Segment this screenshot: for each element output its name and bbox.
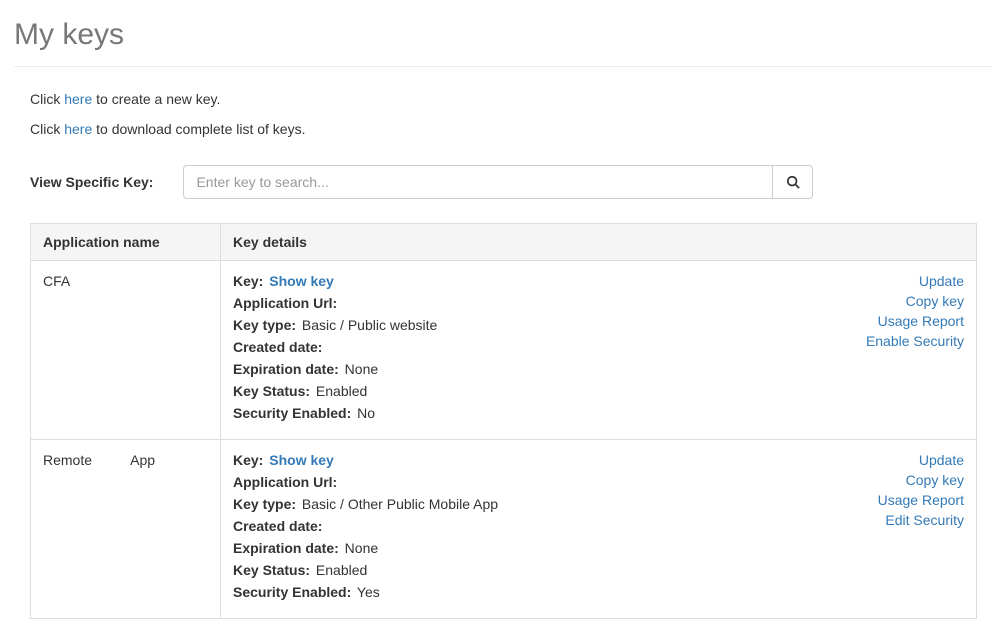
detail-label: Security Enabled: [233,405,351,421]
detail-value: Enabled [312,562,367,578]
detail-label: Key: [233,452,263,468]
table-row: Remote AppKey: Show key Application Url: … [31,440,977,619]
create-prefix: Click [30,91,64,107]
download-prefix: Click [30,121,64,137]
create-key-link[interactable]: here [64,91,92,107]
key-details-cell: Key: Show key Application Url: Key type: … [221,440,977,619]
detail-value: No [353,405,375,421]
key-details-cell: Key: Show key Application Url: Key type: … [221,261,977,440]
update-link[interactable]: Update [866,273,964,289]
detail-label: Key type: [233,496,296,512]
detail-label: Application Url: [233,474,337,490]
search-button[interactable] [773,165,813,199]
keys-table: Application name Key details CFAKey: Sho… [30,223,977,619]
detail-line: Created date: [233,518,858,534]
detail-label: Expiration date: [233,540,339,556]
detail-value: Basic / Public website [298,317,437,333]
app-name-cell: Remote App [31,440,221,619]
detail-value: Basic / Other Public Mobile App [298,496,498,512]
detail-line: Expiration date: None [233,361,846,377]
detail-line: Key type: Basic / Public website [233,317,846,333]
download-suffix: to download complete list of keys. [92,121,305,137]
detail-label: Created date: [233,518,322,534]
detail-line: Key: Show key [233,452,858,468]
create-key-sentence: Click here to create a new key. [30,91,993,107]
col-header-details: Key details [221,224,977,261]
detail-line: Application Url: [233,295,846,311]
copy-key-link[interactable]: Copy key [878,472,964,488]
detail-line: Key Status: Enabled [233,562,858,578]
detail-label: Key type: [233,317,296,333]
show-key-link[interactable]: Show key [265,452,333,468]
search-icon [786,175,800,189]
detail-line: Security Enabled: Yes [233,584,858,600]
usage-report-link[interactable]: Usage Report [866,313,964,329]
edit-security-link[interactable]: Edit Security [878,512,964,528]
detail-label: Application Url: [233,295,337,311]
download-keys-link[interactable]: here [64,121,92,137]
detail-line: Key: Show key [233,273,846,289]
detail-value: Yes [353,584,379,600]
detail-line: Key type: Basic / Other Public Mobile Ap… [233,496,858,512]
detail-label: Expiration date: [233,361,339,377]
detail-line: Created date: [233,339,846,355]
detail-value: None [341,540,378,556]
create-suffix: to create a new key. [92,91,220,107]
app-name-cell: CFA [31,261,221,440]
usage-report-link[interactable]: Usage Report [878,492,964,508]
detail-value: Enabled [312,383,367,399]
detail-label: Key Status: [233,383,310,399]
search-label: View Specific Key: [30,174,153,190]
col-header-appname: Application name [31,224,221,261]
table-row: CFA Key: Show key Application Url: Key typ… [31,261,977,440]
detail-value: None [341,361,378,377]
show-key-link[interactable]: Show key [265,273,333,289]
detail-line: Security Enabled: No [233,405,846,421]
detail-line: Application Url: [233,474,858,490]
search-input[interactable] [183,165,773,199]
enable-security-link[interactable]: Enable Security [866,333,964,349]
update-link[interactable]: Update [878,452,964,468]
detail-label: Created date: [233,339,322,355]
detail-line: Expiration date: None [233,540,858,556]
detail-label: Security Enabled: [233,584,351,600]
detail-label: Key Status: [233,562,310,578]
copy-key-link[interactable]: Copy key [866,293,964,309]
detail-label: Key: [233,273,263,289]
download-keys-sentence: Click here to download complete list of … [30,121,993,137]
page-title: My keys [14,10,993,67]
detail-line: Key Status: Enabled [233,383,846,399]
